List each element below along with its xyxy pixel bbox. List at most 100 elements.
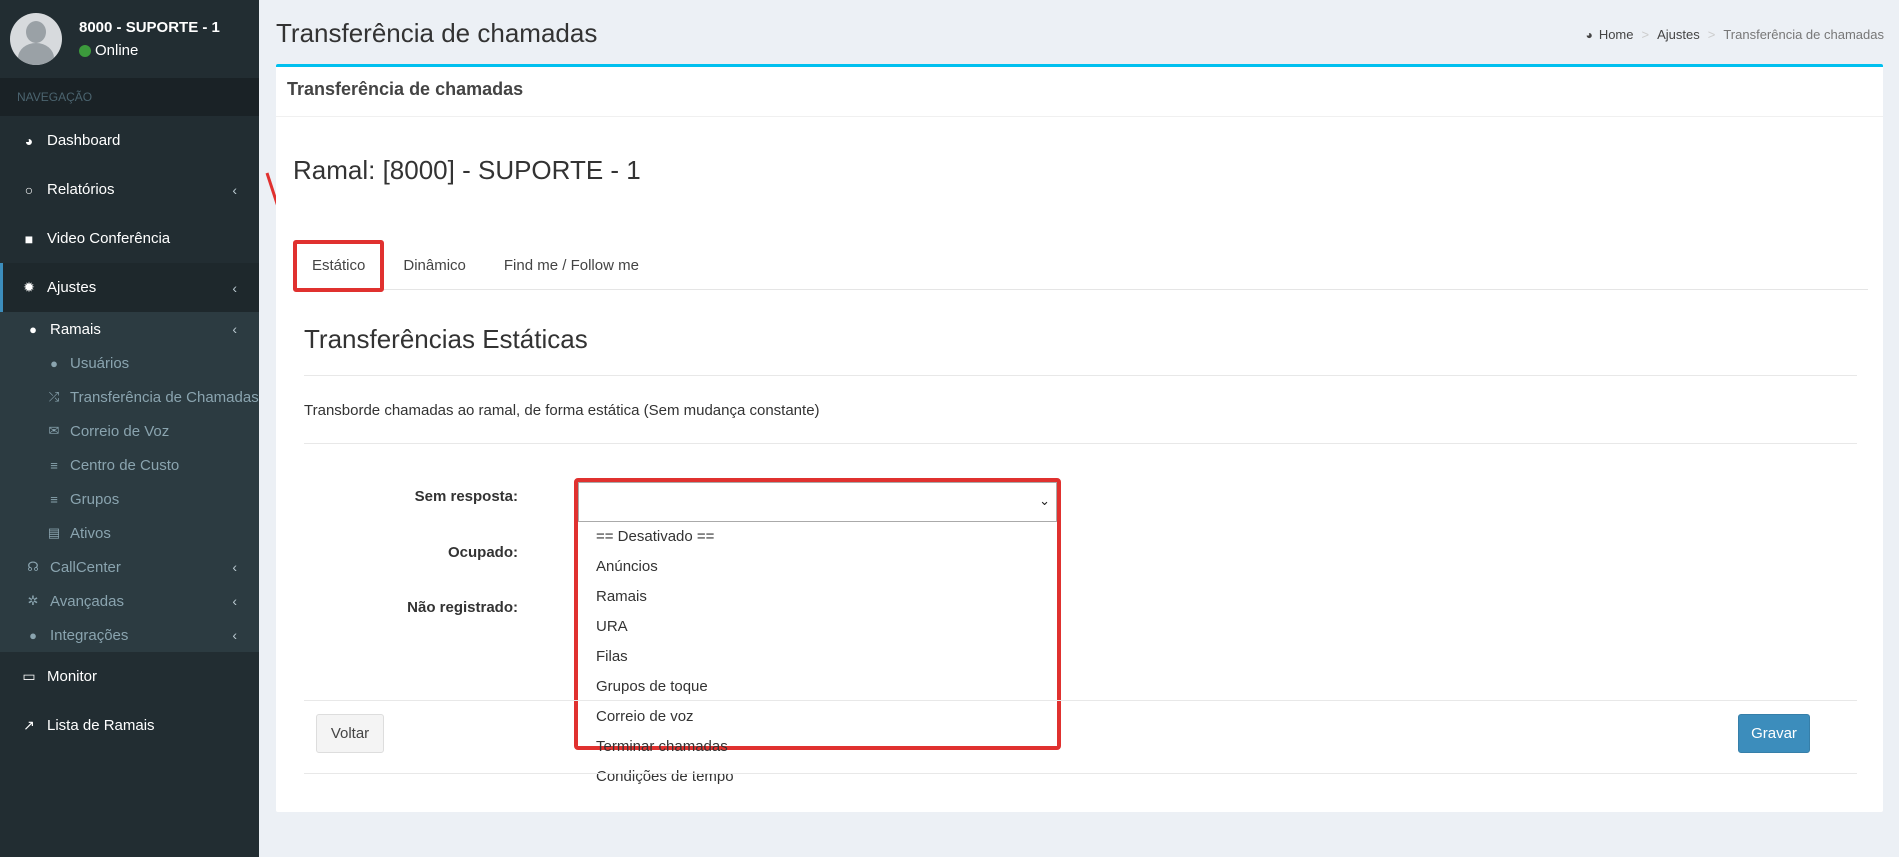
random-icon: ⤮ xyxy=(48,389,60,404)
user-status: Online xyxy=(79,42,220,59)
breadcrumb-separator: > xyxy=(1641,27,1650,42)
user-panel: 8000 - SUPORTE - 1 Online xyxy=(0,0,259,78)
sidebar-item-label: Ativos xyxy=(70,524,111,542)
sidebar-item-lista-ramais[interactable]: ↗ Lista de Ramais xyxy=(0,701,259,750)
sidebar-item-label: Grupos xyxy=(70,490,120,508)
voltar-button[interactable]: Voltar xyxy=(316,714,384,753)
divider xyxy=(304,700,1857,701)
bars-icon: ≡ xyxy=(50,457,58,473)
option-terminar-chamadas[interactable]: Terminar chamadas xyxy=(578,732,1057,762)
sidebar-item-label: Ajustes xyxy=(47,279,97,296)
users-icon: ● xyxy=(50,355,58,371)
video-camera-icon: ■ xyxy=(24,230,34,247)
tab-find-me-follow-me[interactable]: Find me / Follow me xyxy=(485,242,658,290)
sidebar-item-usuarios[interactable]: ● Usuários xyxy=(0,346,259,380)
option-desativado[interactable]: == Desativado == xyxy=(578,522,1057,552)
sidebar-item-label: Avançadas xyxy=(50,592,124,610)
circle-icon: ○ xyxy=(24,181,34,198)
main-box: Transferência de chamadas Ramal: [8000] … xyxy=(276,64,1883,812)
sidebar-item-label: Monitor xyxy=(47,668,98,685)
sidebar-item-ajustes[interactable]: ✹ Ajustes ‹ xyxy=(0,263,259,312)
sidebar-item-label: Relatórios xyxy=(47,181,115,198)
option-anuncios[interactable]: Anúncios xyxy=(578,552,1057,582)
sidebar-item-label: Lista de Ramais xyxy=(47,717,155,734)
chevron-left-icon: ‹ xyxy=(232,559,237,575)
option-grupos-de-toque[interactable]: Grupos de toque xyxy=(578,672,1057,702)
ajustes-submenu: ● Ramais ‹ ● Usuários ⤮ Transferência de… xyxy=(0,312,259,652)
option-ura[interactable]: URA xyxy=(578,612,1057,642)
gravar-button[interactable]: Gravar xyxy=(1738,714,1810,753)
option-ramais[interactable]: Ramais xyxy=(578,582,1057,612)
page-title: Transferência de chamadas xyxy=(276,18,598,48)
breadcrumb: ◕ Home > Ajustes > Transferência de cham… xyxy=(1586,27,1884,42)
desktop-icon: ▭ xyxy=(22,668,36,684)
chevron-left-icon: ‹ xyxy=(232,321,237,337)
sidebar-item-label: Integrações xyxy=(50,626,129,644)
headset-icon: ☊ xyxy=(27,559,39,574)
breadcrumb-ajustes[interactable]: Ajustes xyxy=(1657,27,1700,42)
section-title: Transferências Estáticas xyxy=(304,324,588,354)
users-icon: ● xyxy=(29,321,37,337)
fax-icon: ▤ xyxy=(47,525,61,540)
sidebar-item-grupos[interactable]: ≡ Grupos xyxy=(0,482,259,516)
sidebar-item-label: Transferência de Chamadas xyxy=(70,388,259,406)
sidebar-item-video[interactable]: ■ Video Conferência xyxy=(0,214,259,263)
breadcrumb-separator: > xyxy=(1707,27,1716,42)
box-title: Transferência de chamadas xyxy=(276,67,1883,117)
dashboard-icon: ◕ xyxy=(1585,27,1593,42)
nav-header: NAVEGAÇÃO xyxy=(0,78,259,116)
sidebar-item-relatorios[interactable]: ○ Relatórios ‹ xyxy=(0,165,259,214)
sidebar-item-label: CallCenter xyxy=(50,558,121,576)
gear-icon: ✹ xyxy=(23,279,35,295)
sidebar-item-correio[interactable]: ✉ Correio de Voz xyxy=(0,414,259,448)
bars-icon: ≡ xyxy=(50,491,58,507)
sidebar-item-ramais[interactable]: ● Ramais ‹ xyxy=(0,312,259,346)
label-sem-resposta: Sem resposta: xyxy=(414,488,518,505)
sidebar-item-label: Ramais xyxy=(50,320,101,338)
sidebar-item-label: Correio de Voz xyxy=(70,422,170,440)
sidebar-item-ativos[interactable]: ▤ Ativos xyxy=(0,516,259,550)
tab-dinamico[interactable]: Dinâmico xyxy=(384,242,485,290)
sidebar-item-centro-custo[interactable]: ≡ Centro de Custo xyxy=(0,448,259,482)
option-filas[interactable]: Filas xyxy=(578,642,1057,672)
dashboard-icon: ◕ xyxy=(24,132,34,149)
breadcrumb-home[interactable]: Home xyxy=(1599,27,1634,42)
chevron-left-icon: ‹ xyxy=(232,593,237,609)
online-status-icon xyxy=(79,44,91,57)
sidebar-item-monitor[interactable]: ▭ Monitor xyxy=(0,652,259,701)
sidebar-item-label: Dashboard xyxy=(47,132,121,149)
external-link-icon: ↗ xyxy=(23,717,35,733)
section-description: Transborde chamadas ao ramal, de forma e… xyxy=(304,402,820,419)
user-status-label: Online xyxy=(95,42,139,59)
option-condicoes-de-tempo[interactable]: Condições de tempo xyxy=(578,762,1057,792)
chevron-down-icon: ⌄ xyxy=(1039,493,1050,508)
user-name: 8000 - SUPORTE - 1 xyxy=(79,19,220,36)
tab-estatico[interactable]: Estático xyxy=(293,240,385,292)
envelope-icon: ✉ xyxy=(48,423,60,438)
divider xyxy=(304,773,1857,774)
avatar xyxy=(10,13,62,65)
tab-bar: Estático Dinâmico Find me / Follow me xyxy=(293,240,1868,292)
chevron-left-icon: ‹ xyxy=(232,181,237,198)
divider xyxy=(304,443,1857,444)
label-nao-registrado: Não registrado: xyxy=(407,599,518,616)
sidebar-item-dashboard[interactable]: ◕ Dashboard xyxy=(0,116,259,165)
sidebar-item-avancadas[interactable]: ✲ Avançadas ‹ xyxy=(0,584,259,618)
sidebar-item-label: Centro de Custo xyxy=(70,456,180,474)
sidebar: 8000 - SUPORTE - 1 Online NAVEGAÇÃO ◕ Da… xyxy=(0,0,259,857)
sem-resposta-select[interactable]: ⌄ xyxy=(578,482,1057,522)
content-header: Transferência de chamadas ◕ Home > Ajust… xyxy=(259,0,1899,64)
users-icon: ● xyxy=(29,627,37,643)
sidebar-item-transferencia[interactable]: ⤮ Transferência de Chamadas xyxy=(0,380,259,414)
label-ocupado: Ocupado: xyxy=(448,544,518,561)
chevron-left-icon: ‹ xyxy=(232,627,237,643)
ramal-title: Ramal: [8000] - SUPORTE - 1 xyxy=(293,155,641,185)
option-correio-de-voz[interactable]: Correio de voz xyxy=(578,702,1057,732)
sidebar-item-integracoes[interactable]: ● Integrações ‹ xyxy=(0,618,259,652)
breadcrumb-current: Transferência de chamadas xyxy=(1723,27,1884,42)
chevron-left-icon: ‹ xyxy=(232,279,237,296)
sidebar-item-callcenter[interactable]: ☊ CallCenter ‹ xyxy=(0,550,259,584)
sidebar-item-label: Video Conferência xyxy=(47,230,171,247)
sem-resposta-dropdown[interactable]: ⌄ == Desativado == Anúncios Ramais URA F… xyxy=(574,478,1061,785)
cogs-icon: ✲ xyxy=(27,593,39,608)
